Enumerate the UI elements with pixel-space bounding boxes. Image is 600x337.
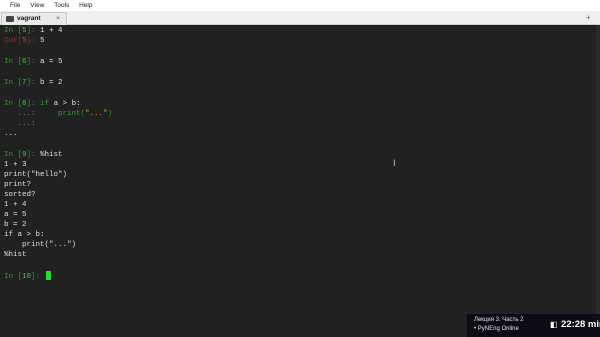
continuation-prompt: ...: xyxy=(4,120,41,128)
code-text: a > b: xyxy=(49,100,81,108)
terminal-line: Out[5]: 5 xyxy=(4,36,45,46)
prompt-close: ]: xyxy=(26,37,41,45)
terminal-line: In [7]: b = 2 xyxy=(4,78,63,88)
history-line: a = 5 xyxy=(4,211,27,219)
prompt-close: ]: xyxy=(31,273,45,281)
history-line: sorted? xyxy=(4,191,36,199)
terminal-line: ...: print("...") xyxy=(4,109,113,119)
new-tab-button[interactable]: + xyxy=(586,12,591,23)
lecture-title: Лекция 3. Часть 2 xyxy=(474,317,524,323)
tab-label: vagrant xyxy=(17,15,41,22)
slides-icon: ◧ xyxy=(550,320,558,329)
history-line: if a > b: xyxy=(4,231,45,239)
history-line: print("...") xyxy=(4,241,77,249)
prompt-in: In [ xyxy=(4,151,23,159)
tab-vagrant[interactable]: vagrant × xyxy=(1,12,67,25)
code-text: b = 2 xyxy=(40,79,63,87)
text-cursor xyxy=(45,271,51,280)
menu-tools[interactable]: Tools xyxy=(54,0,69,11)
terminal-line: In [5]: 1 + 4 xyxy=(4,26,63,36)
prompt-in: In [ xyxy=(4,27,23,35)
terminal-icon xyxy=(6,16,14,22)
terminal-line: In [6]: a = 5 xyxy=(4,57,63,67)
prompt-out: Out[ xyxy=(4,37,23,45)
menu-bar: File View Tools Help xyxy=(0,0,600,11)
prompt-in: In [ xyxy=(4,58,23,66)
code-text: a = 5 xyxy=(40,58,63,66)
terminal-line: ...: xyxy=(4,119,40,129)
prompt-close: ]: xyxy=(26,58,41,66)
code-text: %hist xyxy=(40,151,63,159)
video-time: 22:28 min xyxy=(561,319,600,330)
function-name: print( xyxy=(58,110,86,118)
tab-bar: vagrant × + xyxy=(0,11,600,25)
history-line: 1 + 4 xyxy=(4,201,27,209)
menu-help[interactable]: Help xyxy=(79,0,92,11)
output-value: 5 xyxy=(40,37,45,45)
history-line: print? xyxy=(4,181,32,189)
prompt-number: 10 xyxy=(22,273,32,281)
prompt-in: In [ xyxy=(4,273,23,281)
prompt-close: ]: xyxy=(26,79,41,87)
history-line: print("hello") xyxy=(4,171,68,179)
scrollbar[interactable] xyxy=(596,25,600,337)
prompt-in: In [ xyxy=(4,79,23,87)
history-line: b = 2 xyxy=(4,221,27,229)
terminal-line: In [9]: %hist xyxy=(4,150,63,160)
string-literal: "..." xyxy=(85,110,108,118)
prompt-close: ]: xyxy=(26,100,41,108)
video-overlay: Лекция 3. Часть 2 • PyNEng Online ◧ 22:2… xyxy=(467,314,600,337)
terminal-line: ... xyxy=(4,129,18,139)
keyword: if xyxy=(40,100,50,108)
output-text: ... xyxy=(4,130,18,138)
terminal-line: In [10]: xyxy=(4,271,51,281)
terminal-line: In [8]: if a > b: xyxy=(4,99,81,109)
ibeam-cursor-icon: I xyxy=(393,159,396,169)
history-line: %hist xyxy=(4,251,27,259)
prompt-in: In [ xyxy=(4,100,23,108)
terminal-pane[interactable]: In [5]: 1 + 4 Out[5]: 5 In [6]: a = 5 In… xyxy=(0,25,600,337)
prompt-close: ]: xyxy=(26,151,41,159)
course-name: • PyNEng Online xyxy=(474,326,519,332)
close-icon[interactable]: × xyxy=(56,13,60,25)
menu-file[interactable]: File xyxy=(10,0,20,11)
menu-view[interactable]: View xyxy=(30,0,44,11)
continuation-prompt: ...: xyxy=(4,110,41,118)
prompt-close: ]: xyxy=(26,27,41,35)
paren: ) xyxy=(107,110,113,118)
code-text: 1 + 4 xyxy=(40,27,63,35)
history-line: 1 + 3 xyxy=(4,161,27,169)
